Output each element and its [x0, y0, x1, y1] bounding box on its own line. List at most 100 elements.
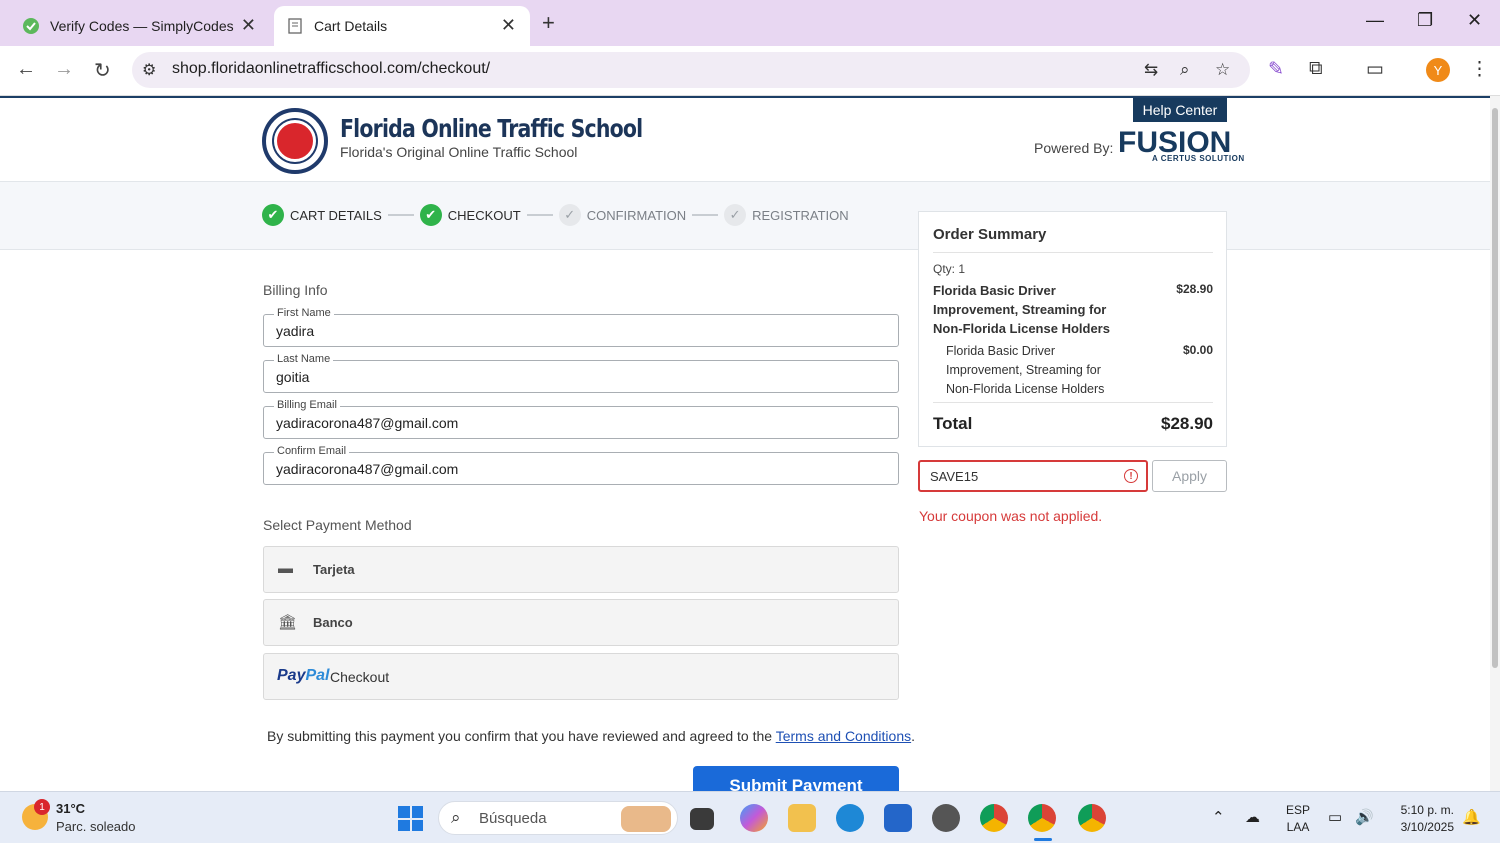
web-page: Florida Online Traffic School Florida's … [0, 96, 1490, 791]
weather-badge: 1 [34, 799, 50, 815]
chrome-icon[interactable] [1028, 804, 1056, 832]
apply-coupon-button[interactable]: Apply [1152, 460, 1227, 492]
app-icon[interactable] [932, 804, 960, 832]
chrome-icon[interactable] [980, 804, 1008, 832]
check-icon: ✓ [724, 204, 747, 226]
system-clock[interactable]: 5:10 p. m. 3/10/2025 [1392, 802, 1454, 836]
taskbar-search[interactable]: ⌕ Búsqueda [438, 801, 678, 835]
file-explorer-icon[interactable] [788, 804, 816, 832]
coupon-input[interactable]: SAVE15 ! [918, 460, 1148, 492]
profile-avatar[interactable]: Y [1426, 58, 1450, 82]
credit-card-icon: ▬ [278, 560, 293, 577]
browser-toolbar: ← → ↻ ⚙ shop.floridaonlinetrafficschool.… [0, 46, 1500, 96]
close-tab-icon[interactable]: ✕ [241, 15, 256, 36]
new-tab-icon[interactable]: + [542, 10, 555, 36]
step-connector [387, 214, 414, 216]
brand-title: Florida Online Traffic School [340, 114, 643, 143]
coupon-error-message: Your coupon was not applied. [919, 508, 1103, 524]
bookmark-star-icon[interactable]: ☆ [1215, 60, 1230, 80]
payment-option-label: Checkout [330, 669, 390, 685]
chrome-icon[interactable] [1078, 804, 1106, 832]
edge-icon[interactable] [836, 804, 864, 832]
order-total-value: $28.90 [1161, 414, 1213, 433]
url-text[interactable]: shop.floridaonlinetrafficschool.com/chec… [172, 60, 490, 78]
field-value[interactable]: yadiracorona487@gmail.com [276, 461, 458, 477]
step-label: CHECKOUT [447, 207, 521, 223]
brand-subtitle: Florida's Original Online Traffic School [340, 144, 578, 160]
chevron-up-icon[interactable]: ⌃ [1212, 808, 1225, 826]
coupon-value[interactable]: SAVE15 [930, 469, 978, 484]
submit-payment-button[interactable]: Submit Payment [693, 766, 899, 791]
translate-icon[interactable]: ⇆ [1144, 60, 1158, 80]
language-code: ESP [1286, 803, 1311, 817]
step-cart-details: ✔ CART DETAILS [262, 204, 382, 226]
zoom-icon[interactable]: ⌕ [1180, 60, 1190, 80]
field-label: Billing Email [274, 399, 340, 411]
forward-icon[interactable]: → [54, 58, 74, 81]
address-bar[interactable]: ⚙ shop.floridaonlinetrafficschool.com/ch… [132, 52, 1250, 88]
weather-desc[interactable]: Parc. soleado [56, 819, 136, 834]
task-view-icon[interactable] [690, 808, 714, 830]
last-name-field[interactable]: Last Name goitia [263, 353, 899, 393]
paypal-logo: PayPal [277, 667, 329, 685]
active-app-indicator [1034, 838, 1052, 841]
page-scrollbar[interactable] [1490, 96, 1500, 791]
windows-taskbar: 1 31°C Parc. soleado ⌕ Búsqueda ⌃ ☁ ESP … [0, 791, 1500, 843]
divider [933, 252, 1213, 253]
certus-tagline: A CERTUS SOLUTION [1152, 154, 1245, 163]
order-subitem-price: $0.00 [1182, 343, 1213, 357]
first-name-field[interactable]: First Name yadira [263, 307, 899, 347]
weather-temp[interactable]: 31°C [56, 801, 85, 816]
language-indicator[interactable]: ESP LAA [1286, 802, 1310, 836]
step-checkout: ✔ CHECKOUT [419, 204, 521, 226]
onedrive-cloud-icon[interactable]: ☁ [1245, 808, 1260, 826]
field-value[interactable]: yadira [276, 323, 314, 339]
site-info-icon[interactable]: ⚙ [142, 60, 156, 80]
network-icon[interactable]: ▭ [1328, 808, 1342, 826]
terms-text: By submitting this payment you confirm t… [267, 728, 776, 744]
field-label: Last Name [274, 353, 334, 365]
menu-kebab-icon[interactable]: ⋮ [1470, 58, 1489, 81]
terms-notice: By submitting this payment you confirm t… [267, 728, 915, 744]
payment-option-card[interactable]: ▬ Tarjeta [263, 546, 899, 593]
tab-simplycodes[interactable]: Verify Codes — SimplyCodes ✕ [8, 6, 270, 46]
field-value[interactable]: goitia [276, 369, 309, 385]
windows-start-icon[interactable] [398, 806, 423, 831]
confirm-email-field[interactable]: Confirm Email yadiracorona487@gmail.com [263, 445, 899, 485]
field-label: First Name [274, 307, 334, 319]
reload-icon[interactable]: ↻ [94, 58, 111, 83]
tab-cart-details[interactable]: Cart Details ✕ [274, 6, 530, 46]
volume-icon[interactable]: 🔊 [1355, 808, 1374, 826]
copilot-icon[interactable] [740, 804, 768, 832]
extensions-icon[interactable]: ⧉ [1309, 58, 1323, 80]
close-window-icon[interactable]: ✕ [1467, 10, 1482, 31]
order-item-price: $28.90 [1176, 282, 1213, 296]
search-highlight-image [621, 806, 671, 832]
close-tab-icon[interactable]: ✕ [501, 15, 516, 36]
help-center-button[interactable]: Help Center [1133, 98, 1227, 122]
powered-by-label: Powered By: [1034, 140, 1114, 156]
store-icon[interactable] [884, 804, 912, 832]
notifications-icon[interactable]: 🔔 [1462, 808, 1481, 826]
bank-icon: 🏛 [278, 614, 298, 631]
american-safety-council-logo[interactable] [262, 108, 328, 174]
tab-search-icon[interactable]: ▭ [1366, 58, 1384, 81]
simplycodes-favicon-icon [22, 17, 40, 35]
field-value[interactable]: yadiracorona487@gmail.com [276, 415, 458, 431]
order-subitem-name: Florida Basic Driver Improvement, Stream… [946, 344, 1105, 396]
billing-info-title: Billing Info [263, 282, 328, 298]
payment-option-bank[interactable]: 🏛 Banco [263, 599, 899, 646]
keyboard-layout: LAA [1286, 820, 1310, 834]
terms-link[interactable]: Terms and Conditions [776, 728, 911, 744]
search-placeholder: Búsqueda [479, 810, 547, 827]
minimize-icon[interactable]: — [1366, 10, 1384, 31]
order-summary-title: Order Summary [933, 226, 1047, 243]
payment-option-paypal[interactable]: PayPal Checkout [263, 653, 899, 700]
pen-extension-icon[interactable]: ✎ [1268, 58, 1284, 81]
paypal-logo-pay: Pay [277, 667, 306, 684]
step-confirmation: ✓ CONFIRMATION [558, 204, 686, 226]
scrollbar-thumb[interactable] [1492, 108, 1498, 668]
back-icon[interactable]: ← [16, 58, 36, 81]
billing-email-field[interactable]: Billing Email yadiracorona487@gmail.com [263, 399, 899, 439]
restore-icon[interactable]: ❐ [1417, 10, 1433, 31]
